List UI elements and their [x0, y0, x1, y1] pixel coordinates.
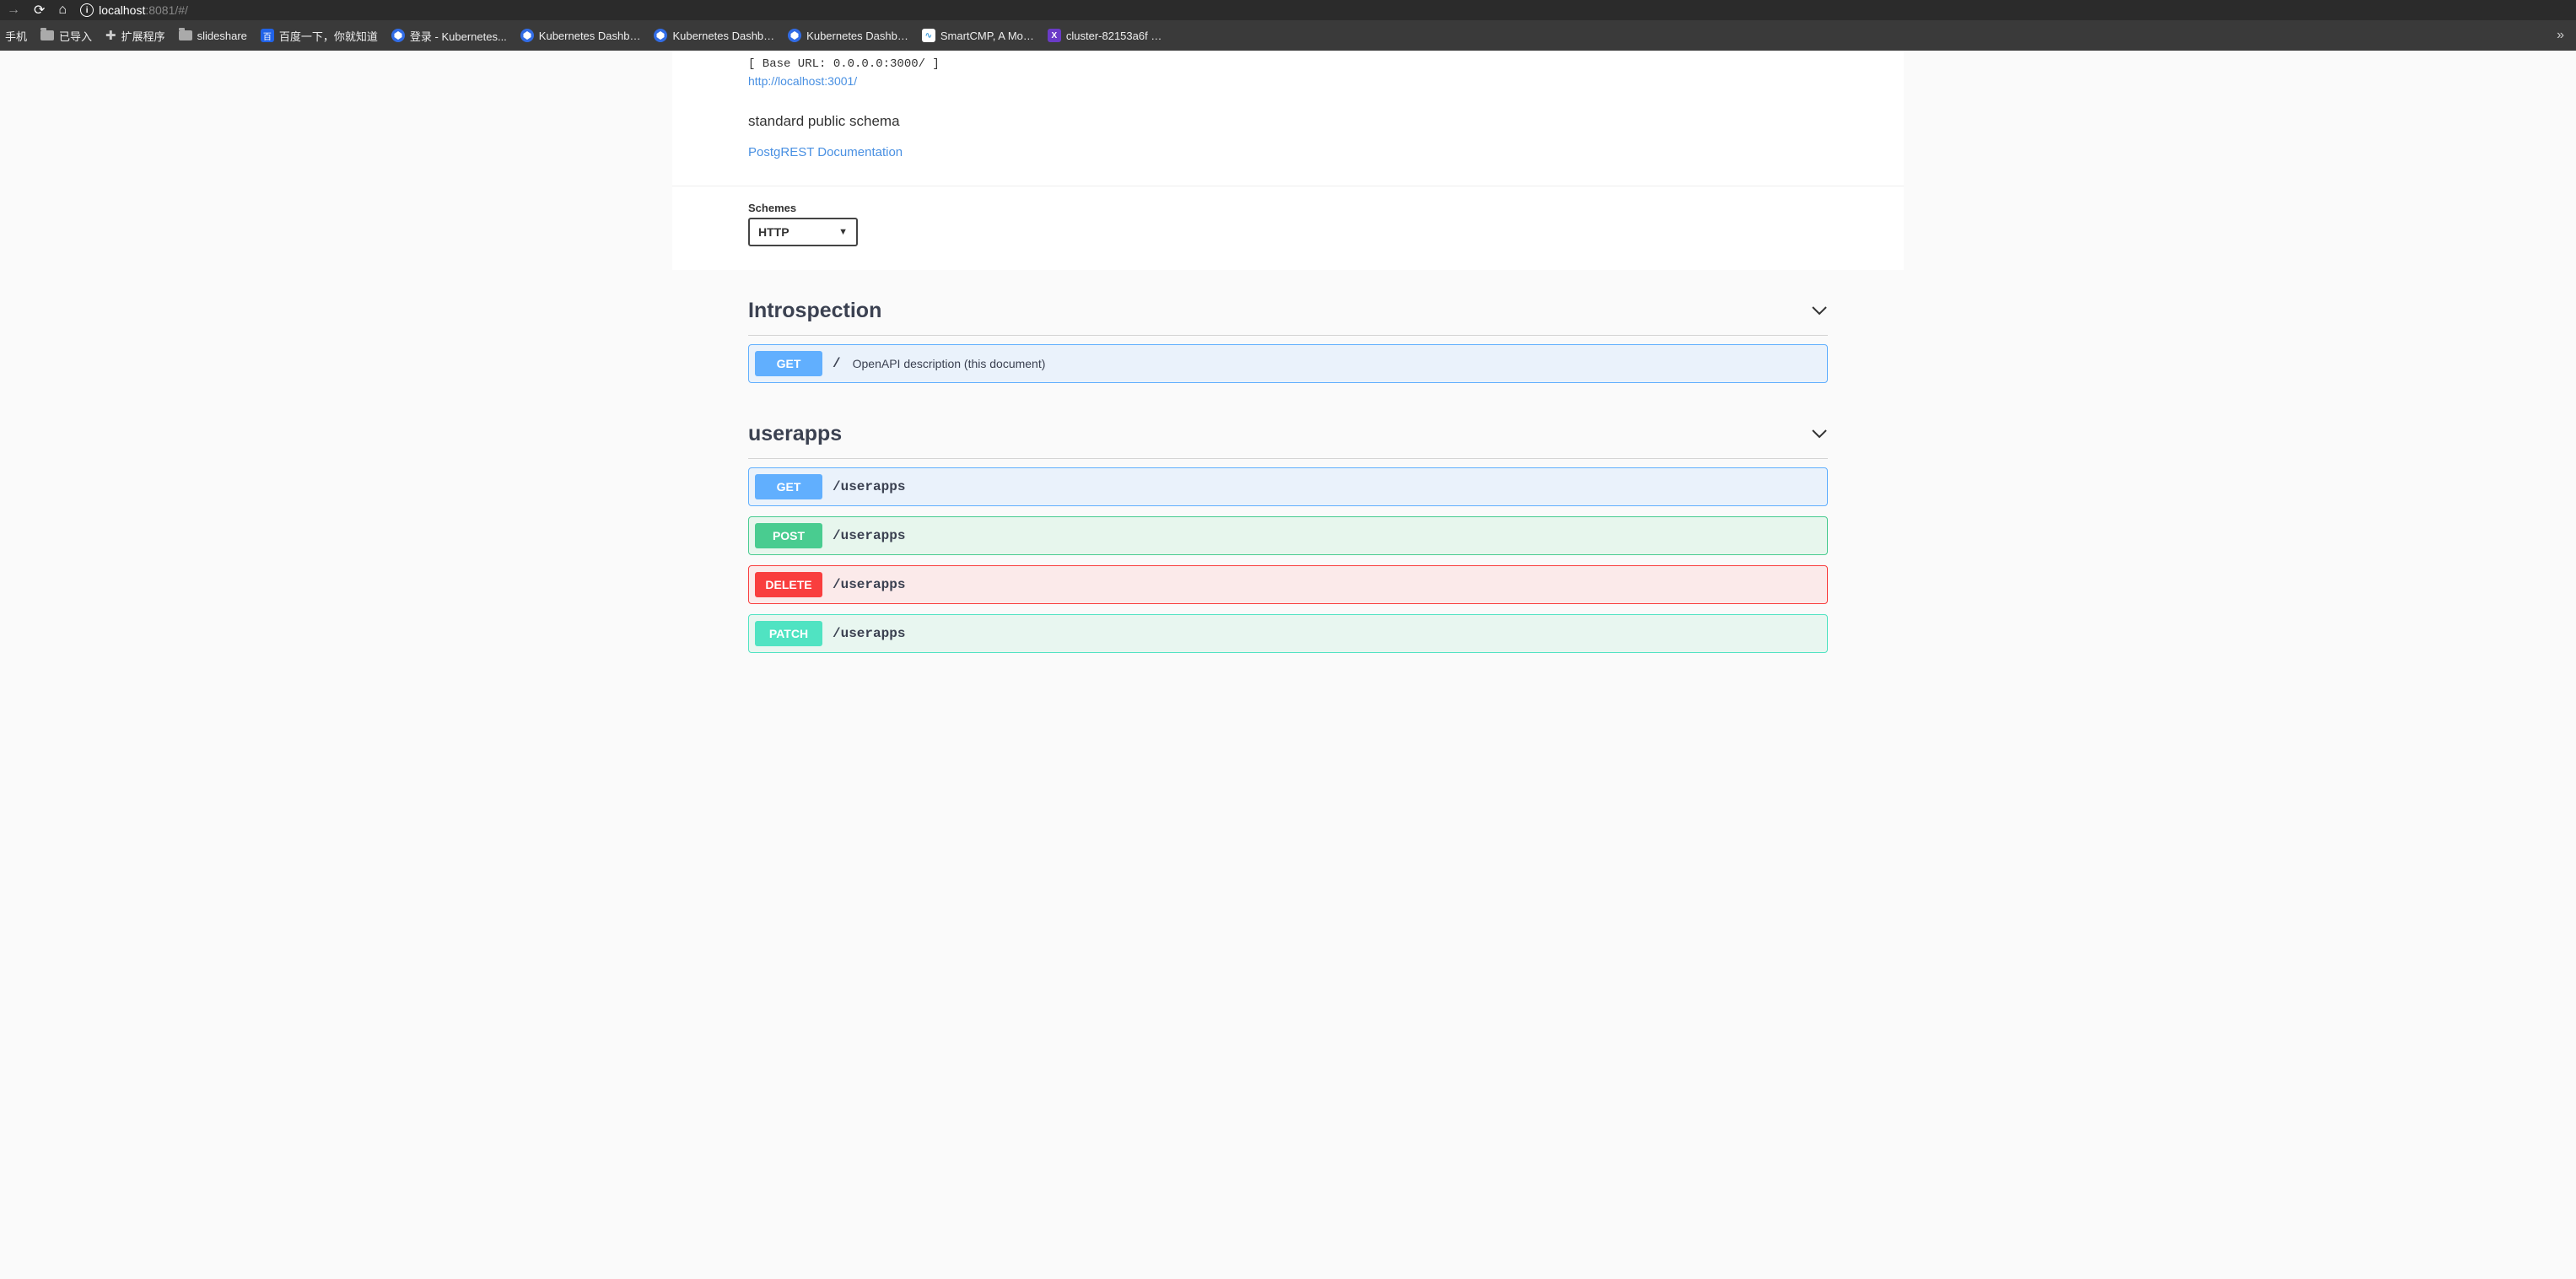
bookmark-k8s-dash1[interactable]: Kubernetes Dashb… [520, 29, 641, 42]
folder-icon [179, 30, 192, 40]
operation-post-userapps[interactable]: POST/userapps [748, 516, 1828, 555]
tag-title: userapps [748, 422, 842, 446]
operation-path: /userapps [833, 577, 905, 592]
folder-icon [40, 30, 54, 40]
browser-toolbar: → ⟳ ⌂ i localhost:8081/#/ [0, 0, 2576, 20]
chevron-down-icon [1811, 302, 1828, 320]
bookmark-baidu[interactable]: 百百度一下，你就知道 [261, 28, 378, 44]
bookmarks-bar: 手机 已导入 ✚扩展程序 slideshare 百百度一下，你就知道 登录 - … [0, 20, 2576, 51]
schemes-selected-value: HTTP [758, 225, 790, 239]
method-badge: GET [755, 474, 822, 499]
k8s-icon [788, 29, 801, 42]
bookmark-phone[interactable]: 手机 [5, 28, 27, 44]
operation-patch-userapps[interactable]: PATCH/userapps [748, 614, 1828, 653]
method-badge: POST [755, 523, 822, 548]
tags-section: Introspection GET / OpenAPI description (th… [672, 270, 1904, 680]
baidu-icon: 百 [261, 29, 274, 42]
chevron-down-icon [1811, 425, 1828, 443]
method-badge: GET [755, 351, 822, 376]
smartcmp-icon: ∿ [922, 29, 935, 42]
operation-description: OpenAPI description (this document) [853, 357, 1046, 370]
k8s-icon [520, 29, 534, 42]
chevron-down-icon: ▼ [838, 227, 848, 237]
operation-get-userapps[interactable]: GET/userapps [748, 467, 1828, 506]
operation-path: / [833, 356, 841, 371]
schemes-section: Schemes HTTP ▼ [672, 186, 1904, 270]
bookmark-extensions[interactable]: ✚扩展程序 [105, 28, 165, 44]
bookmark-smartcmp[interactable]: ∿SmartCMP, A Mo… [922, 29, 1034, 42]
api-link[interactable]: http://localhost:3001/ [748, 74, 857, 88]
k8s-icon [391, 29, 405, 42]
documentation-link[interactable]: PostgREST Documentation [748, 145, 903, 159]
bookmark-k8s-login[interactable]: 登录 - Kubernetes... [391, 28, 507, 44]
url-bar[interactable]: i localhost:8081/#/ [80, 3, 188, 17]
bookmark-k8s-dash2[interactable]: Kubernetes Dashb… [654, 29, 774, 42]
forward-arrow-icon[interactable]: → [7, 3, 20, 18]
info-section: [ Base URL: 0.0.0.0:3000/ ] http://local… [672, 51, 1904, 186]
bookmark-overflow-icon[interactable]: » [2557, 28, 2571, 43]
operations-list: GET / OpenAPI description (this document) [748, 336, 1828, 410]
bookmark-import[interactable]: 已导入 [40, 28, 92, 44]
home-icon[interactable]: ⌂ [58, 3, 67, 18]
bookmark-k8s-dash3[interactable]: Kubernetes Dashb… [788, 29, 908, 42]
tag-header-userapps[interactable]: userapps [748, 410, 1828, 459]
k8s-icon [654, 29, 667, 42]
cluster-icon: X [1048, 29, 1061, 42]
tag-title: Introspection [748, 299, 881, 323]
url-text: localhost:8081/#/ [99, 3, 188, 17]
method-badge: DELETE [755, 572, 822, 597]
schemes-select[interactable]: HTTP ▼ [748, 218, 858, 246]
bookmark-cluster[interactable]: Xcluster-82153a6f … [1048, 29, 1161, 42]
api-description: standard public schema [748, 113, 1828, 130]
operations-list: GET/userappsPOST/userappsDELETE/userapps… [748, 459, 1828, 680]
operation-get-[interactable]: GET / OpenAPI description (this document) [748, 344, 1828, 383]
schemes-label: Schemes [748, 202, 1828, 214]
operation-path: /userapps [833, 479, 905, 494]
bookmark-slideshare[interactable]: slideshare [179, 30, 247, 42]
operation-path: /userapps [833, 528, 905, 543]
operation-delete-userapps[interactable]: DELETE/userapps [748, 565, 1828, 604]
base-url: [ Base URL: 0.0.0.0:3000/ ] [748, 57, 1828, 71]
tag-header-introspection[interactable]: Introspection [748, 287, 1828, 336]
reload-icon[interactable]: ⟳ [34, 2, 45, 19]
info-icon[interactable]: i [80, 3, 94, 17]
puzzle-icon: ✚ [105, 28, 116, 43]
operation-path: /userapps [833, 626, 905, 641]
method-badge: PATCH [755, 621, 822, 646]
main-content: [ Base URL: 0.0.0.0:3000/ ] http://local… [672, 51, 1904, 714]
